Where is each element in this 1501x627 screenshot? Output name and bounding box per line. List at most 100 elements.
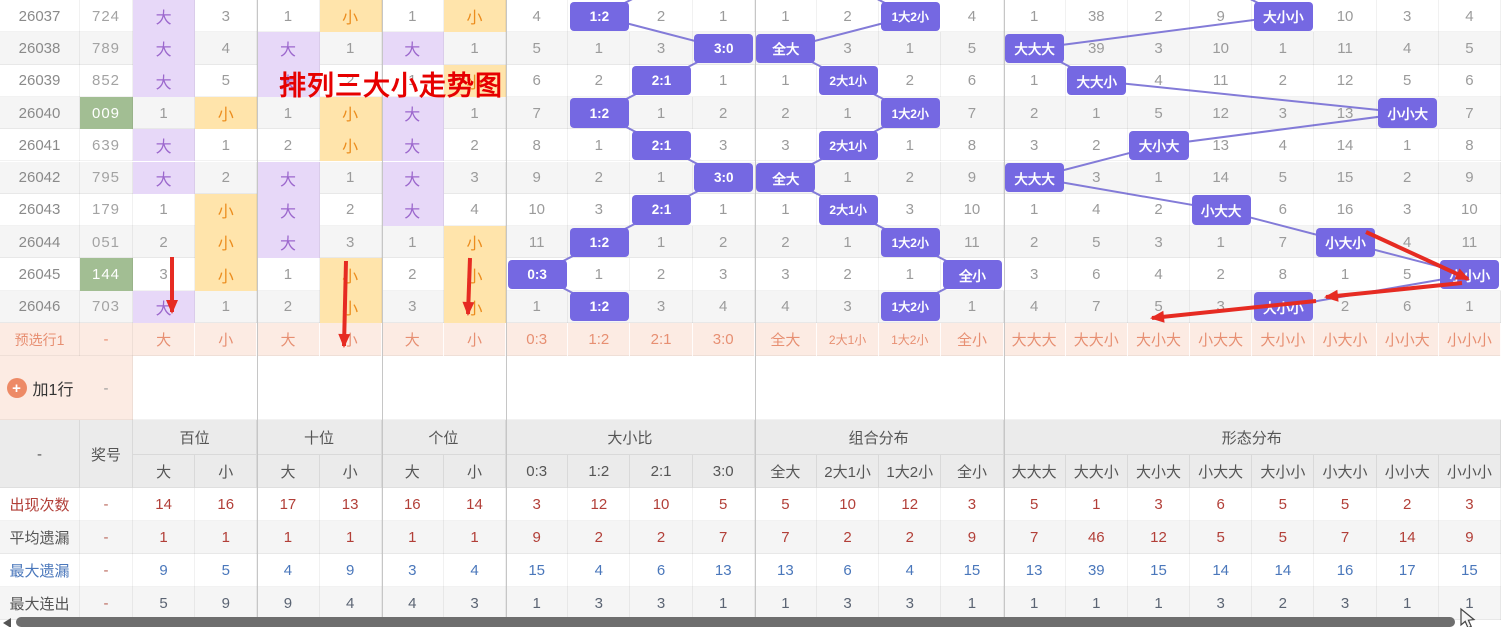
preselect-cell[interactable]: 1大2小: [879, 323, 941, 356]
summary-value-cell: 3: [941, 488, 1003, 521]
miss-count-cell: 11: [1439, 226, 1501, 258]
miss-count-cell: 5: [1066, 226, 1128, 258]
preselect-cell[interactable]: 小大小: [1314, 323, 1376, 356]
preselect-cell[interactable]: 大: [382, 323, 444, 356]
summary-value-cell: 9: [1439, 521, 1501, 554]
big-cell: 大: [382, 162, 444, 194]
summary-value-cell: 15: [1439, 554, 1501, 587]
miss-count-cell: 3: [1252, 97, 1314, 129]
prize-number-cell: 852: [80, 65, 133, 97]
summary-value-cell: 1: [257, 521, 319, 554]
column-group-header: 百位: [133, 420, 257, 455]
miss-count-cell: 8: [1252, 258, 1314, 290]
preselect-cell[interactable]: 小大大: [1190, 323, 1252, 356]
miss-count-cell: 1: [257, 0, 319, 32]
preselect-cell[interactable]: 0:3: [506, 323, 568, 356]
miss-count-cell: 2: [133, 226, 195, 258]
summary-value-cell: 1: [1439, 587, 1501, 620]
preselect-cell[interactable]: 大大小: [1066, 323, 1128, 356]
prize-number-cell: 144: [80, 258, 133, 290]
preselect-cell[interactable]: 全大: [755, 323, 817, 356]
miss-count-cell: 1: [817, 226, 879, 258]
preselect-cell[interactable]: 小: [195, 323, 257, 356]
preselect-cell[interactable]: 小: [320, 323, 382, 356]
miss-count-cell: 7: [941, 97, 1003, 129]
summary-value-cell: 9: [195, 587, 257, 620]
miss-count-cell: 6: [506, 65, 568, 97]
preselect-cell[interactable]: 大小大: [1128, 323, 1190, 356]
miss-count-cell: 3: [693, 129, 755, 161]
trend-chart-page: 26037724大31小1小41:221121大2小413829大小小10342…: [0, 0, 1501, 627]
summary-value-cell: 17: [257, 488, 319, 521]
miss-count-cell: 1: [320, 32, 382, 64]
add-row-background: [133, 356, 1501, 420]
miss-count-cell: 3: [1377, 0, 1439, 32]
miss-count-cell: 3: [1377, 194, 1439, 226]
miss-count-cell: 2: [755, 226, 817, 258]
small-cell: 小: [444, 258, 506, 290]
column-sub-header: 1大2小: [879, 455, 941, 488]
miss-count-cell: 4: [1066, 194, 1128, 226]
summary-value-cell: 5: [1004, 488, 1066, 521]
miss-count-cell: 1: [444, 32, 506, 64]
miss-count-cell: 2: [1190, 258, 1252, 290]
miss-count-cell: 3: [755, 258, 817, 290]
summary-dash-cell: -: [80, 521, 133, 554]
miss-count-cell: 4: [1128, 65, 1190, 97]
preselect-cell[interactable]: 2大1小: [817, 323, 879, 356]
column-sub-header: 全小: [941, 455, 1003, 488]
miss-count-cell: 6: [1377, 291, 1439, 323]
summary-value-cell: 4: [444, 554, 506, 587]
miss-count-cell: 5: [1377, 65, 1439, 97]
preselect-cell[interactable]: 小: [444, 323, 506, 356]
preselect-cell[interactable]: 2:1: [630, 323, 692, 356]
hit-cell: 1:2: [570, 228, 629, 257]
column-sub-header: 小大小: [1314, 455, 1376, 488]
summary-value-cell: 17: [1377, 554, 1439, 587]
preselect-dash-cell: -: [80, 323, 133, 356]
page-title: 排列三大小走势图: [279, 64, 503, 103]
preselect-cell[interactable]: 大小小: [1252, 323, 1314, 356]
miss-count-cell: 4: [1377, 226, 1439, 258]
summary-value-cell: 5: [1314, 488, 1376, 521]
preselect-cell[interactable]: 小小大: [1377, 323, 1439, 356]
miss-count-cell: 2: [382, 258, 444, 290]
small-cell: 小: [320, 0, 382, 32]
big-cell: 大: [133, 0, 195, 32]
preselect-cell[interactable]: 3:0: [693, 323, 755, 356]
scrollbar-left-arrow[interactable]: [3, 618, 11, 627]
preselect-cell[interactable]: 1:2: [568, 323, 630, 356]
miss-count-cell: 8: [506, 129, 568, 161]
summary-value-cell: 2: [568, 521, 630, 554]
miss-count-cell: 1: [568, 32, 630, 64]
miss-count-cell: 2: [257, 129, 319, 161]
preselect-cell[interactable]: 小小小: [1439, 323, 1501, 356]
miss-count-cell: 4: [1004, 291, 1066, 323]
summary-value-cell: 1: [382, 521, 444, 554]
hit-cell: 1:2: [570, 98, 629, 127]
summary-value-cell: 2: [630, 521, 692, 554]
miss-count-cell: 1: [1004, 194, 1066, 226]
miss-count-cell: 1: [506, 291, 568, 323]
miss-count-cell: 2: [1377, 162, 1439, 194]
miss-count-cell: 14: [1190, 162, 1252, 194]
summary-value-cell: 5: [133, 587, 195, 620]
miss-count-cell: 16: [1314, 194, 1376, 226]
miss-count-cell: 1: [1377, 129, 1439, 161]
miss-count-cell: 2: [817, 258, 879, 290]
prize-number-cell: 789: [80, 32, 133, 64]
hit-cell: 2:1: [632, 131, 691, 160]
horizontal-scrollbar-thumb[interactable]: [16, 617, 1455, 627]
summary-value-cell: 15: [506, 554, 568, 587]
miss-count-cell: 2: [568, 65, 630, 97]
small-cell: 小: [320, 258, 382, 290]
plus-icon[interactable]: +: [7, 378, 27, 398]
summary-value-cell: 9: [506, 521, 568, 554]
preselect-cell[interactable]: 大: [257, 323, 319, 356]
hit-cell: 3:0: [694, 163, 753, 192]
preselect-cell[interactable]: 全小: [941, 323, 1003, 356]
add-row-button[interactable]: +加1行: [0, 356, 80, 420]
preselect-cell[interactable]: 大大大: [1004, 323, 1066, 356]
summary-value-cell: 12: [879, 488, 941, 521]
preselect-cell[interactable]: 大: [133, 323, 195, 356]
